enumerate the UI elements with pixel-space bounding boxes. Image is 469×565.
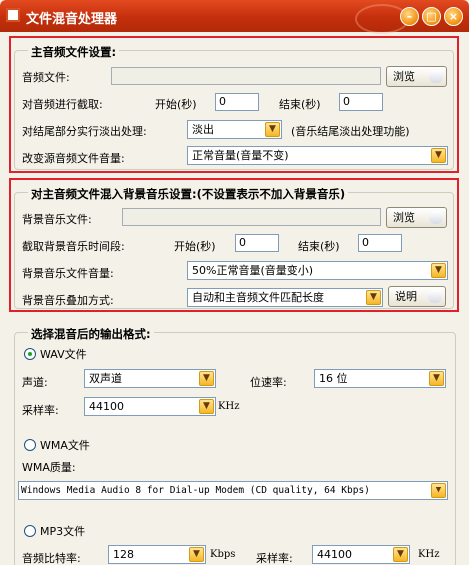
- trim-start-input[interactable]: 0: [215, 93, 259, 111]
- chevron-down-icon: ▼: [393, 547, 408, 562]
- minimize-button[interactable]: –: [400, 7, 419, 26]
- explain-button[interactable]: 说明: [388, 286, 446, 307]
- chevron-down-icon: ▼: [429, 371, 444, 386]
- bg-mix-label: 背景音乐叠加方式:: [22, 294, 114, 307]
- channel-select-value: 双声道: [89, 372, 122, 385]
- chevron-down-icon: ▼: [265, 122, 280, 137]
- bg-browse-button[interactable]: 浏览: [386, 207, 447, 228]
- fade-label: 对结尾部分实行淡出处理:: [22, 125, 147, 138]
- chevron-down-icon: ▼: [431, 148, 446, 163]
- bg-trim-label: 截取背景音乐时间段:: [22, 240, 125, 253]
- bg-end-input[interactable]: 0: [358, 234, 402, 252]
- volume-select[interactable]: 正常音量(音量不变) ▼: [187, 146, 448, 165]
- mp3-samplerate-label: 采样率:: [256, 552, 293, 565]
- chevron-down-icon: ▼: [199, 399, 214, 414]
- fade-select[interactable]: 淡出 ▼: [187, 120, 282, 139]
- chevron-down-icon: ▼: [366, 290, 381, 305]
- audio-file-label: 音频文件:: [22, 71, 70, 84]
- window-title: 文件混音处理器: [26, 12, 118, 27]
- wma-quality-select-value: Windows Media Audio 8 for Dial-up Modem …: [21, 485, 370, 496]
- wav-bitrate-label: 位速率:: [250, 376, 287, 389]
- mp3-samplerate-select[interactable]: 44100 ▼: [312, 545, 410, 564]
- explain-button-label: 说明: [395, 290, 417, 303]
- wma-label: WMA文件: [40, 439, 90, 452]
- help-icon: [428, 290, 442, 303]
- audio-file-input[interactable]: [111, 67, 381, 85]
- audio-browse-label: 浏览: [393, 70, 415, 83]
- browse-icon: [429, 211, 443, 224]
- fade-select-value: 淡出: [192, 123, 214, 136]
- fade-hint: (音乐结尾淡出处理功能): [291, 125, 410, 138]
- output-title: 选择混音后的输出格式:: [28, 326, 154, 342]
- close-button[interactable]: ×: [444, 7, 463, 26]
- wav-bitrate-select[interactable]: 16 位 ▼: [314, 369, 446, 388]
- bg-volume-select[interactable]: 50%正常音量(音量变小) ▼: [187, 261, 448, 280]
- mp3-bitrate-select[interactable]: 128 ▼: [108, 545, 206, 564]
- wma-quality-label: WMA质量:: [22, 461, 76, 474]
- chevron-down-icon: ▼: [431, 483, 446, 498]
- wav-samplerate-label: 采样率:: [22, 404, 59, 417]
- app-icon: [6, 8, 20, 22]
- bg-browse-label: 浏览: [393, 211, 415, 224]
- bg-file-label: 背景音乐文件:: [22, 213, 92, 226]
- mp3-samplerate-unit: KHz: [418, 549, 440, 560]
- wav-samplerate-unit: KHz: [218, 401, 240, 412]
- mp3-radio[interactable]: [24, 525, 36, 537]
- trim-end-label: 结束(秒): [279, 98, 321, 111]
- maximize-button[interactable]: □: [422, 7, 441, 26]
- mp3-bitrate-unit: Kbps: [210, 549, 236, 560]
- trim-label: 对音频进行截取:: [22, 98, 103, 111]
- wav-samplerate-select[interactable]: 44100 ▼: [84, 397, 216, 416]
- title-bar[interactable]: 文件混音处理器 – □ ×: [0, 0, 469, 34]
- trim-start-label: 开始(秒): [155, 98, 197, 111]
- wma-quality-select[interactable]: Windows Media Audio 8 for Dial-up Modem …: [18, 481, 448, 500]
- wav-bitrate-select-value: 16 位: [319, 372, 348, 385]
- chevron-down-icon: ▼: [189, 547, 204, 562]
- wav-label: WAV文件: [40, 348, 87, 361]
- volume-label: 改变源音频文件音量:: [22, 152, 125, 165]
- bg-end-label: 结束(秒): [298, 240, 340, 253]
- audio-browse-button[interactable]: 浏览: [386, 66, 447, 87]
- wma-radio[interactable]: [24, 439, 36, 451]
- bg-mix-select[interactable]: 自动和主音频文件匹配长度 ▼: [187, 288, 383, 307]
- mixer-window: 文件混音处理器 – □ × 主音频文件设置: 音频文件: 浏览 对音频进行截取:…: [0, 0, 469, 565]
- chevron-down-icon: ▼: [431, 263, 446, 278]
- mp3-samplerate-select-value: 44100: [317, 548, 352, 561]
- chevron-down-icon: ▼: [199, 371, 214, 386]
- channel-select[interactable]: 双声道 ▼: [84, 369, 216, 388]
- mp3-bitrate-label: 音频比特率:: [22, 552, 81, 565]
- bg-start-label: 开始(秒): [174, 240, 216, 253]
- channel-label: 声道:: [22, 376, 48, 389]
- mp3-label: MP3文件: [40, 525, 86, 538]
- mp3-bitrate-select-value: 128: [113, 548, 134, 561]
- wav-radio[interactable]: [24, 348, 36, 360]
- bg-music-title: 对主音频文件混入背景音乐设置:(不设置表示不加入背景音乐): [28, 186, 349, 202]
- bg-volume-label: 背景音乐文件音量:: [22, 267, 114, 280]
- wav-samplerate-select-value: 44100: [89, 400, 124, 413]
- trim-end-input[interactable]: 0: [339, 93, 383, 111]
- browse-icon: [429, 70, 443, 83]
- bg-volume-select-value: 50%正常音量(音量变小): [192, 264, 314, 277]
- bg-start-input[interactable]: 0: [235, 234, 279, 252]
- main-audio-title: 主音频文件设置:: [28, 44, 120, 60]
- bg-mix-select-value: 自动和主音频文件匹配长度: [192, 291, 324, 304]
- bg-file-input[interactable]: [122, 208, 381, 226]
- volume-select-value: 正常音量(音量不变): [192, 149, 289, 162]
